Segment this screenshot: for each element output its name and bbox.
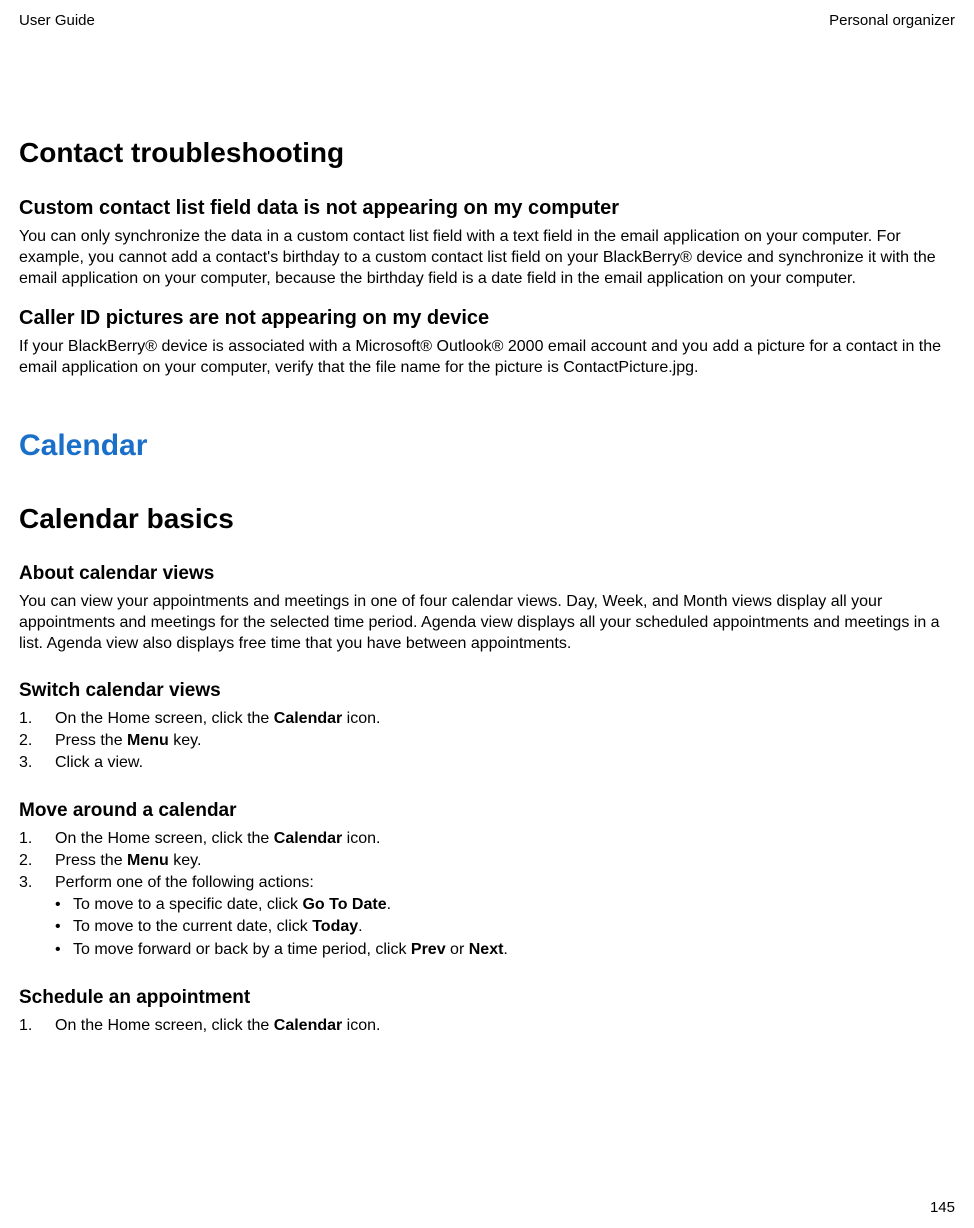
list-item: To move forward or back by a time period… <box>19 939 955 961</box>
page-header: User Guide Personal organizer <box>19 0 955 29</box>
step-text: key. <box>169 732 202 749</box>
topic-about-calendar-views: About calendar views <box>19 563 955 585</box>
header-right: Personal organizer <box>829 12 955 29</box>
step-bold: Calendar <box>274 830 342 847</box>
bullet-text: or <box>446 941 469 958</box>
topic-schedule-appointment: Schedule an appointment <box>19 987 955 1009</box>
step-text: icon. <box>342 1017 380 1034</box>
bullet-text: To move to the current date, click <box>73 918 312 935</box>
list-item: To move to a specific date, click Go To … <box>19 894 955 916</box>
list-item: Press the Menu key. <box>19 850 955 872</box>
subsection-caller-id: Caller ID pictures are not appearing on … <box>19 307 955 330</box>
page-number: 145 <box>930 1199 955 1216</box>
bullet-text: To move forward or back by a time period… <box>73 941 411 958</box>
step-text: Perform one of the following actions: <box>55 874 314 891</box>
step-text: Click a view. <box>55 754 143 771</box>
list-item: Perform one of the following actions: <box>19 872 955 894</box>
step-bold: Calendar <box>274 710 342 727</box>
step-text: icon. <box>342 710 380 727</box>
topic-switch-calendar-views: Switch calendar views <box>19 680 955 702</box>
list-item: To move to the current date, click Today… <box>19 916 955 938</box>
bullets-move-actions: To move to a specific date, click Go To … <box>19 894 955 960</box>
bullet-bold: Prev <box>411 941 446 958</box>
step-text: On the Home screen, click the <box>55 1017 274 1034</box>
step-bold: Menu <box>127 852 169 869</box>
step-bold: Calendar <box>274 1017 342 1034</box>
steps-schedule-appointment: On the Home screen, click the Calendar i… <box>19 1015 955 1037</box>
bullet-text: To move to a specific date, click <box>73 896 302 913</box>
step-text: On the Home screen, click the <box>55 830 274 847</box>
steps-move-around: On the Home screen, click the Calendar i… <box>19 828 955 894</box>
bullet-text: . <box>358 918 362 935</box>
step-text: On the Home screen, click the <box>55 710 274 727</box>
step-text: key. <box>169 852 202 869</box>
topic-move-around-calendar: Move around a calendar <box>19 800 955 822</box>
step-text: icon. <box>342 830 380 847</box>
list-item: On the Home screen, click the Calendar i… <box>19 1015 955 1037</box>
section-title-calendar-basics: Calendar basics <box>19 503 955 535</box>
bullet-bold: Today <box>312 918 358 935</box>
body-custom-field: You can only synchronize the data in a c… <box>19 226 955 289</box>
list-item: Press the Menu key. <box>19 730 955 752</box>
list-item: On the Home screen, click the Calendar i… <box>19 708 955 730</box>
bullet-text: . <box>387 896 391 913</box>
header-left: User Guide <box>19 12 95 29</box>
page-content: Contact troubleshooting Custom contact l… <box>19 29 955 1037</box>
step-text: Press the <box>55 852 127 869</box>
step-bold: Menu <box>127 732 169 749</box>
bullet-text: . <box>503 941 507 958</box>
list-item: Click a view. <box>19 752 955 774</box>
body-caller-id: If your BlackBerry® device is associated… <box>19 336 955 378</box>
subsection-custom-field: Custom contact list field data is not ap… <box>19 197 955 220</box>
bullet-bold: Next <box>469 941 504 958</box>
section-title-contact-troubleshooting: Contact troubleshooting <box>19 137 955 169</box>
list-item: On the Home screen, click the Calendar i… <box>19 828 955 850</box>
steps-switch-views: On the Home screen, click the Calendar i… <box>19 708 955 774</box>
body-about-calendar-views: You can view your appointments and meeti… <box>19 591 955 654</box>
bullet-bold: Go To Date <box>302 896 386 913</box>
step-text: Press the <box>55 732 127 749</box>
chapter-calendar: Calendar <box>19 429 955 463</box>
